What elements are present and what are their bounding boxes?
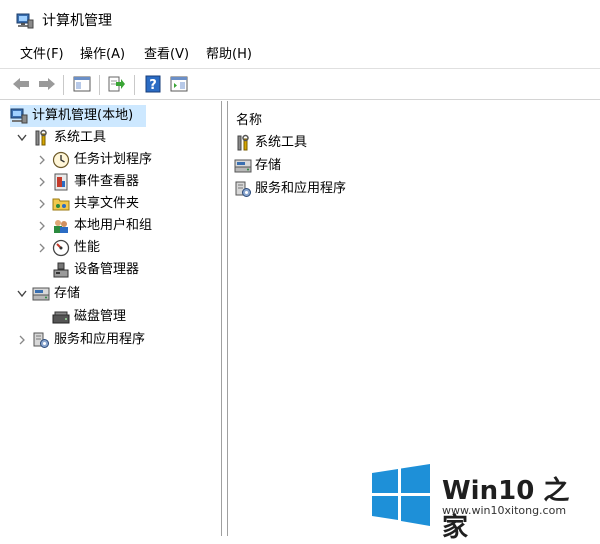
list-item-system-tools[interactable]: 系统工具 bbox=[234, 132, 307, 154]
svg-text:?: ? bbox=[149, 78, 157, 93]
tree-item-performance[interactable]: 性能 bbox=[36, 237, 100, 259]
tree-item-label: 存储 bbox=[54, 286, 81, 301]
export-icon bbox=[108, 76, 125, 92]
windows-logo-icon bbox=[372, 464, 430, 526]
tree-item-computer-management-local[interactable]: 计算机管理(本地) bbox=[10, 105, 146, 127]
tree-item-label: 服务和应用程序 bbox=[54, 332, 146, 347]
export-list-button[interactable] bbox=[106, 74, 128, 94]
tree-item-device-manager[interactable]: 设备管理器 bbox=[52, 259, 139, 281]
toolbar-separator bbox=[99, 75, 100, 95]
device-manager-icon bbox=[52, 261, 70, 279]
tree-item-event-viewer[interactable]: 事件查看器 bbox=[36, 171, 139, 193]
tree-item-label: 计算机管理(本地) bbox=[32, 108, 134, 123]
toolbar-separator bbox=[134, 75, 135, 95]
window-title: 计算机管理 bbox=[42, 13, 112, 29]
menu-help[interactable]: 帮助(H) bbox=[206, 47, 252, 63]
tree-item-local-users-groups[interactable]: 本地用户和组 bbox=[36, 215, 152, 237]
computer-management-icon bbox=[10, 107, 28, 125]
storage-icon bbox=[234, 157, 252, 175]
column-header-name[interactable]: 名称 bbox=[236, 109, 262, 128]
toolbar: ? bbox=[0, 68, 600, 100]
forward-button[interactable] bbox=[36, 74, 58, 94]
title-bar: 计算机管理 bbox=[0, 0, 600, 42]
chevron-right-icon[interactable] bbox=[36, 154, 48, 166]
chevron-right-icon[interactable] bbox=[36, 176, 48, 188]
list-item-services-applications[interactable]: 服务和应用程序 bbox=[234, 178, 346, 200]
console-tree-icon bbox=[73, 76, 91, 92]
tree-item-label: 磁盘管理 bbox=[74, 309, 127, 324]
action-pane-icon bbox=[170, 76, 188, 92]
arrow-left-icon bbox=[13, 78, 29, 90]
menu-view[interactable]: 查看(V) bbox=[144, 47, 189, 63]
services-icon bbox=[32, 331, 50, 349]
arrow-right-icon bbox=[39, 78, 55, 90]
watermark: Win10 之家 www.win10xitong.com bbox=[370, 464, 595, 543]
help-button[interactable]: ? bbox=[142, 74, 164, 94]
toolbar-separator bbox=[63, 75, 64, 95]
tools-icon bbox=[32, 129, 50, 147]
tree-item-label: 任务计划程序 bbox=[74, 152, 153, 167]
chevron-right-icon[interactable] bbox=[36, 198, 48, 210]
tree-item-label: 共享文件夹 bbox=[74, 196, 140, 211]
chevron-right-icon[interactable] bbox=[36, 220, 48, 232]
tree-item-label: 系统工具 bbox=[54, 130, 107, 145]
tree-item-label: 本地用户和组 bbox=[74, 218, 153, 233]
help-icon: ? bbox=[145, 75, 161, 93]
list-item-storage[interactable]: 存储 bbox=[234, 155, 281, 177]
chevron-down-icon[interactable] bbox=[16, 132, 28, 144]
event-viewer-icon bbox=[52, 173, 70, 191]
menu-action[interactable]: 操作(A) bbox=[80, 47, 125, 63]
services-icon bbox=[234, 180, 252, 198]
disk-icon bbox=[52, 308, 70, 326]
tree-item-label: 设备管理器 bbox=[74, 262, 140, 277]
clock-icon bbox=[52, 151, 70, 169]
menu-file[interactable]: 文件(F) bbox=[20, 47, 64, 63]
tree-item-storage[interactable]: 存储 bbox=[16, 283, 80, 305]
tree-item-shared-folders[interactable]: 共享文件夹 bbox=[36, 193, 139, 215]
storage-icon bbox=[32, 285, 50, 303]
list-item-label: 存储 bbox=[255, 158, 282, 173]
tree-item-task-scheduler[interactable]: 任务计划程序 bbox=[36, 149, 152, 171]
list-item-label: 系统工具 bbox=[255, 135, 308, 150]
list-item-label: 服务和应用程序 bbox=[255, 181, 347, 196]
show-hide-action-pane-button[interactable] bbox=[168, 74, 190, 94]
tree-item-disk-management[interactable]: 磁盘管理 bbox=[52, 306, 126, 328]
computer-management-icon bbox=[16, 13, 34, 29]
back-button[interactable] bbox=[10, 74, 32, 94]
tools-icon bbox=[234, 134, 252, 152]
users-icon bbox=[52, 217, 70, 235]
tree-item-services-applications[interactable]: 服务和应用程序 bbox=[16, 329, 145, 351]
chevron-right-icon[interactable] bbox=[36, 242, 48, 254]
menu-bar: 文件(F) 操作(A) 查看(V) 帮助(H) bbox=[0, 42, 600, 68]
chevron-right-icon[interactable] bbox=[16, 334, 28, 346]
tree-item-system-tools[interactable]: 系统工具 bbox=[16, 127, 106, 149]
shared-folder-icon bbox=[52, 195, 70, 213]
chevron-down-icon[interactable] bbox=[16, 288, 28, 300]
tree-item-label: 事件查看器 bbox=[74, 174, 140, 189]
console-tree: 计算机管理(本地) 系统工具 任务计划程序 事件查看器 共享文件夹 本地用户和组… bbox=[6, 101, 222, 536]
tree-item-label: 性能 bbox=[74, 240, 101, 255]
watermark-url: www.win10xitong.com bbox=[442, 504, 567, 517]
show-hide-tree-button[interactable] bbox=[71, 74, 93, 94]
performance-icon bbox=[52, 239, 70, 257]
